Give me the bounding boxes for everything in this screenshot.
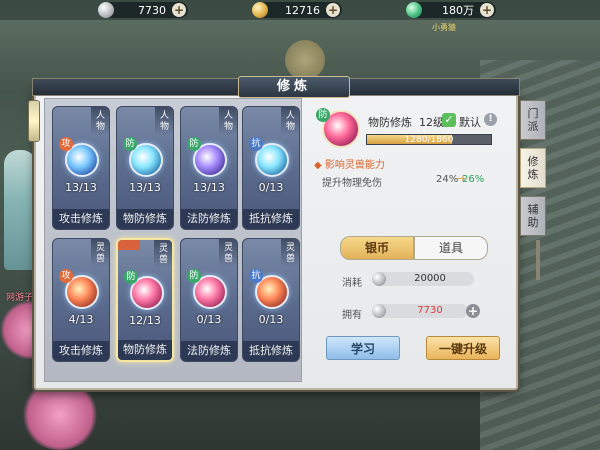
card-level: 12/13 <box>129 314 161 327</box>
cost-field: 20000 <box>372 272 474 286</box>
info-icon[interactable]: ! <box>484 113 497 126</box>
own-value: 7730 <box>417 305 443 316</box>
add-jade-button[interactable]: + <box>480 3 494 17</box>
silver-coin-icon <box>372 272 386 286</box>
card-pet-magic-defense[interactable]: 灵兽 防 0/13 法防修炼 <box>180 238 238 362</box>
card-level: 13/13 <box>65 181 97 194</box>
cost-label: 消耗 <box>342 278 362 289</box>
tab-cultivation-char: 炼 <box>527 168 539 181</box>
defense-tag-icon: 防 <box>124 270 138 284</box>
card-person-attack[interactable]: 人物 攻 13/13 攻击修炼 <box>52 106 110 230</box>
card-pet-physical-defense[interactable]: 灵兽 防 12/13 物防修炼 <box>116 238 174 362</box>
tab-assist[interactable]: 辅 助 <box>520 196 546 236</box>
jade-amount: 180万 <box>442 4 474 17</box>
card-name: 抵抗修炼 <box>243 341 299 361</box>
selected-ribbon <box>118 240 140 250</box>
jade-icon <box>406 2 422 18</box>
tab-sect[interactable]: 门 派 <box>520 100 546 140</box>
panel-title: 修炼 <box>238 76 350 98</box>
silver-coin-icon <box>98 2 114 18</box>
card-pet-attack[interactable]: 灵兽 攻 4/13 攻击修炼 <box>52 238 110 362</box>
player-character <box>4 150 36 270</box>
card-category: 灵兽 <box>95 243 105 264</box>
card-pet-resist[interactable]: 灵兽 抗 0/13 抵抗修炼 <box>242 238 300 362</box>
learn-button[interactable]: 学习 <box>326 336 400 360</box>
card-level: 4/13 <box>68 313 94 326</box>
gold-amount: 12716 <box>285 3 320 17</box>
card-name: 物防修炼 <box>117 209 173 229</box>
effect-label: 提升物理免伤 <box>322 178 382 189</box>
card-person-magic-defense[interactable]: 人物 防 13/13 法防修炼 <box>180 106 238 230</box>
card-category: 人物 <box>159 111 169 132</box>
add-silver-button[interactable]: + <box>172 3 186 17</box>
card-category: 人物 <box>223 111 233 132</box>
payment-tabs: 银币 道具 <box>340 236 488 260</box>
attack-tag-icon: 攻 <box>59 137 73 151</box>
tab-cultivation-char: 修 <box>527 155 539 168</box>
effect-next-value: 26% <box>462 174 485 185</box>
defense-tag-icon: 防 <box>187 137 201 151</box>
tab-cultivation[interactable]: 修 炼 <box>520 148 546 188</box>
card-level: 13/13 <box>129 181 161 194</box>
gold-currency: 12716 + <box>252 2 342 18</box>
card-category: 灵兽 <box>158 244 168 265</box>
card-level: 13/13 <box>193 181 225 194</box>
default-label: 默认 <box>459 116 481 129</box>
effect-title-text: 影响灵兽能力 <box>324 160 385 171</box>
tab-assist-char: 助 <box>527 216 539 229</box>
resist-tag-icon: 抗 <box>249 137 263 151</box>
silver-amount: 7730 <box>138 3 166 17</box>
card-name: 物防修炼 <box>118 340 172 360</box>
card-name: 攻击修炼 <box>53 209 109 229</box>
currency-bar: 7730 + 12716 + 180万 + <box>0 0 600 20</box>
card-level: 0/13 <box>196 313 222 326</box>
resist-tag-icon: 抗 <box>249 269 263 283</box>
tab-pole-decoration <box>536 240 540 280</box>
card-person-physical-defense[interactable]: 人物 防 13/13 物防修炼 <box>116 106 174 230</box>
pet-name: 小勇猿 <box>432 23 456 32</box>
card-person-resist[interactable]: 人物 抗 0/13 抵抗修炼 <box>242 106 300 230</box>
tab-item[interactable]: 道具 <box>414 236 488 260</box>
silver-currency: 7730 + <box>98 2 188 18</box>
card-name: 攻击修炼 <box>53 341 109 361</box>
upgrade-all-button[interactable]: 一键升级 <box>426 336 500 360</box>
skill-level: 12级 <box>419 116 444 129</box>
effect-title: ◆ 影响灵兽能力 <box>314 160 385 171</box>
card-name: 法防修炼 <box>181 341 237 361</box>
add-gold-button[interactable]: + <box>326 3 340 17</box>
defense-tag-icon: 防 <box>316 108 330 122</box>
pet-sprite <box>285 40 325 80</box>
own-label: 拥有 <box>342 310 362 321</box>
effect-current-value: 24% <box>436 174 459 185</box>
cost-value: 20000 <box>414 273 446 284</box>
silver-coin-icon <box>372 304 386 318</box>
flower-decoration <box>20 380 100 450</box>
jade-currency: 180万 + <box>406 2 496 18</box>
default-checkbox[interactable]: ✓ <box>442 113 456 127</box>
add-silver-button[interactable]: + <box>466 304 480 318</box>
card-name: 抵抗修炼 <box>243 209 299 229</box>
gold-coin-icon <box>252 2 268 18</box>
attack-tag-icon: 攻 <box>59 269 73 283</box>
own-field: 7730 <box>372 304 468 318</box>
card-level: 0/13 <box>258 181 284 194</box>
lantern-decoration <box>28 100 40 142</box>
card-name: 法防修炼 <box>181 209 237 229</box>
card-category: 灵兽 <box>285 243 295 264</box>
skill-name: 物防修炼 <box>368 116 412 129</box>
tab-sect-char: 门 <box>527 107 539 120</box>
defense-tag-icon: 防 <box>123 137 137 151</box>
card-category: 人物 <box>95 111 105 132</box>
exp-text: 1280/1860 <box>404 135 454 145</box>
card-category: 灵兽 <box>223 243 233 264</box>
defense-tag-icon: 防 <box>187 269 201 283</box>
tab-sect-char: 派 <box>527 120 539 133</box>
card-level: 0/13 <box>258 313 284 326</box>
card-category: 人物 <box>285 111 295 132</box>
tab-assist-char: 辅 <box>527 203 539 216</box>
exp-progress-bar: 1280/1860 <box>366 134 492 145</box>
tab-silver[interactable]: 银币 <box>340 236 414 260</box>
